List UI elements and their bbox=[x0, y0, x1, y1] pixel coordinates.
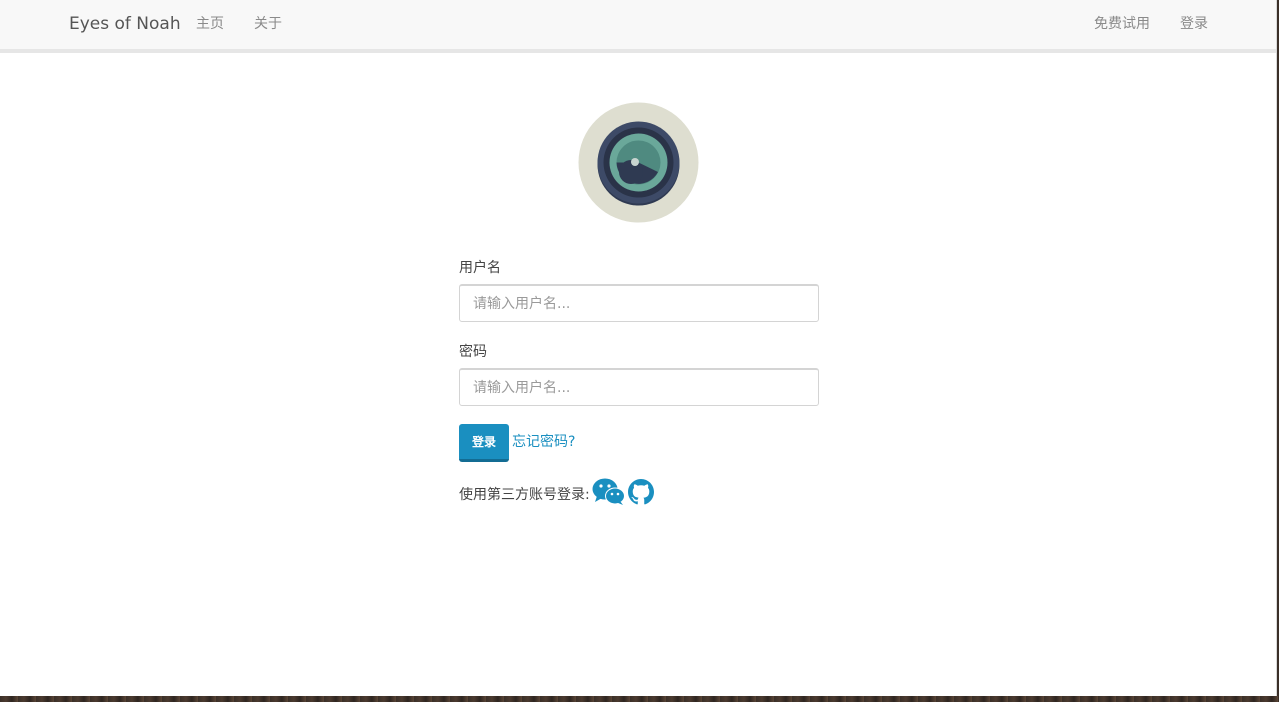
third-party-login: 使用第三方账号登录: bbox=[459, 477, 819, 507]
password-input[interactable] bbox=[459, 368, 819, 406]
desktop-background-strip bbox=[0, 696, 1279, 702]
password-label: 密码 bbox=[459, 344, 487, 360]
login-button[interactable]: 登录 bbox=[459, 424, 509, 462]
form-actions: 登录 忘记密码? bbox=[459, 424, 819, 462]
third-party-label: 使用第三方账号登录: bbox=[459, 487, 590, 503]
username-input[interactable] bbox=[459, 284, 819, 322]
logo-svg bbox=[578, 102, 699, 223]
navbar: Eyes of Noah 主页 关于 免费试用 登录 bbox=[0, 0, 1276, 53]
forgot-password-link[interactable]: 忘记密码? bbox=[512, 432, 575, 452]
login-form: 用户名 密码 登录 忘记密码? 使用第三方账号登录: bbox=[459, 258, 819, 507]
username-group: 用户名 bbox=[459, 258, 819, 322]
username-label: 用户名 bbox=[459, 260, 501, 276]
camera-lens-icon bbox=[578, 102, 699, 223]
browser-page: Eyes of Noah 主页 关于 免费试用 登录 用户名 密码 登录 bbox=[0, 0, 1277, 696]
nav-item-about[interactable]: 关于 bbox=[254, 15, 282, 33]
nav-item-home[interactable]: 主页 bbox=[196, 15, 224, 33]
brand-link[interactable]: Eyes of Noah bbox=[69, 13, 181, 35]
nav-item-free-trial[interactable]: 免费试用 bbox=[1094, 15, 1150, 33]
github-icon[interactable] bbox=[627, 479, 654, 505]
wechat-icon[interactable] bbox=[592, 478, 626, 506]
password-group: 密码 bbox=[459, 342, 819, 406]
nav-item-login[interactable]: 登录 bbox=[1180, 15, 1208, 33]
